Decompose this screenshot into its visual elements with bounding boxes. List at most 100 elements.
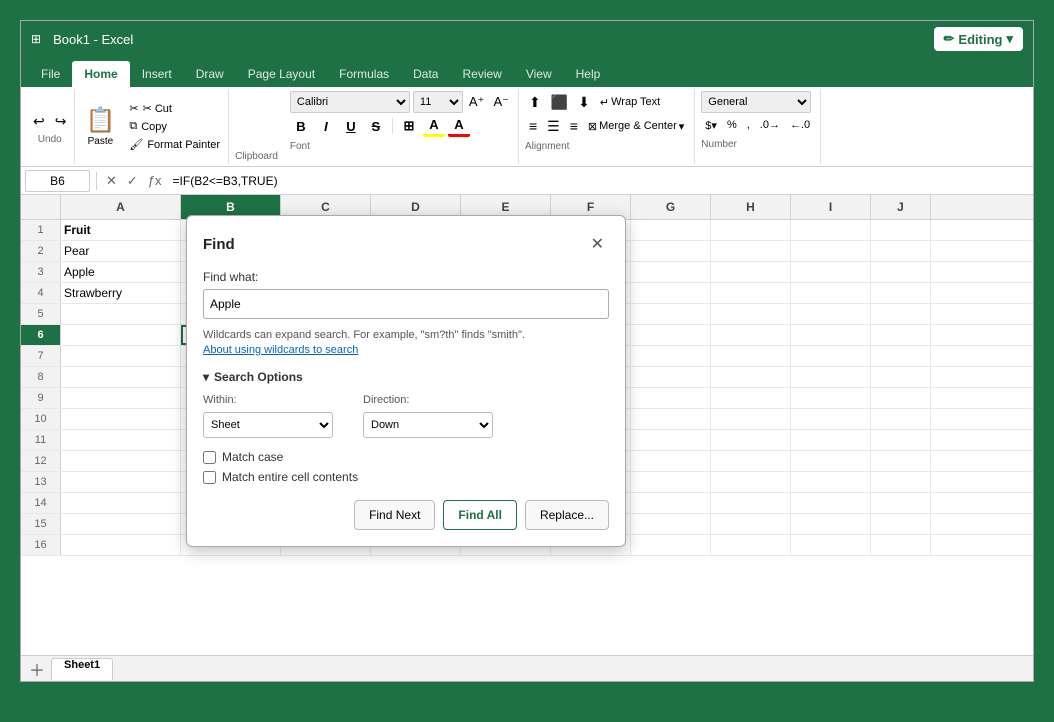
list-item[interactable] (871, 241, 931, 261)
tab-help[interactable]: Help (564, 61, 613, 87)
col-header-g[interactable]: G (631, 195, 711, 219)
list-item[interactable] (791, 304, 871, 324)
list-item[interactable] (61, 346, 181, 366)
insert-function-button[interactable]: ƒx (145, 172, 165, 189)
list-item[interactable] (871, 325, 931, 345)
number-format-select[interactable]: General Number Currency Percentage (701, 91, 811, 113)
row-number-2[interactable]: 2 (21, 241, 61, 261)
list-item[interactable] (711, 325, 791, 345)
list-item[interactable] (871, 430, 931, 450)
list-item[interactable] (791, 451, 871, 471)
list-item[interactable] (791, 346, 871, 366)
match-case-row[interactable]: Match case (203, 450, 609, 464)
find-all-button[interactable]: Find All (443, 500, 517, 530)
underline-button[interactable]: U (340, 115, 362, 137)
list-item[interactable] (871, 493, 931, 513)
list-item[interactable] (871, 367, 931, 387)
font-color-button[interactable]: A (448, 115, 470, 137)
list-item[interactable] (61, 388, 181, 408)
list-item[interactable] (61, 472, 181, 492)
list-item[interactable] (871, 535, 931, 555)
list-item[interactable]: Fruit (61, 220, 181, 240)
list-item[interactable] (871, 451, 931, 471)
find-hint-link[interactable]: About using wildcards to search (203, 344, 609, 356)
row-number-10[interactable]: 10 (21, 409, 61, 429)
replace-button[interactable]: Replace... (525, 500, 609, 530)
cut-button[interactable]: ✂ ✂ Cut (125, 100, 224, 117)
row-number-16[interactable]: 16 (21, 535, 61, 555)
merge-center-button[interactable]: ⊠ Merge & Center ▾ (584, 118, 688, 135)
row-number-1[interactable]: 1 (21, 220, 61, 240)
list-item[interactable] (631, 388, 711, 408)
list-item[interactable]: Apple (61, 262, 181, 282)
align-right-button[interactable]: ≡ (566, 115, 582, 137)
list-item[interactable] (871, 304, 931, 324)
list-item[interactable] (711, 241, 791, 261)
row-number-15[interactable]: 15 (21, 514, 61, 534)
list-item[interactable] (791, 325, 871, 345)
decrease-decimal-button[interactable]: ←.0 (786, 115, 814, 135)
list-item[interactable] (631, 514, 711, 534)
list-item[interactable] (711, 283, 791, 303)
find-next-button[interactable]: Find Next (354, 500, 435, 530)
list-item[interactable] (711, 409, 791, 429)
match-case-checkbox[interactable] (203, 451, 216, 464)
list-item[interactable] (791, 262, 871, 282)
list-item[interactable] (791, 514, 871, 534)
list-item[interactable] (791, 409, 871, 429)
align-top-button[interactable]: ⬆ (525, 91, 545, 113)
list-item[interactable] (871, 472, 931, 492)
col-header-j[interactable]: J (871, 195, 931, 219)
tab-data[interactable]: Data (401, 61, 450, 87)
list-item[interactable] (711, 514, 791, 534)
list-item[interactable] (631, 472, 711, 492)
list-item[interactable] (631, 493, 711, 513)
add-sheet-button[interactable]: ＋ (25, 657, 49, 681)
sheet-tab-sheet1[interactable]: Sheet1 (51, 658, 113, 680)
comma-button[interactable]: , (743, 115, 754, 135)
row-number-6[interactable]: 6 (21, 325, 61, 345)
formula-input[interactable] (169, 170, 1029, 192)
list-item[interactable] (631, 451, 711, 471)
list-item[interactable]: Strawberry (61, 283, 181, 303)
list-item[interactable] (61, 367, 181, 387)
list-item[interactable] (631, 367, 711, 387)
tab-file[interactable]: File (29, 61, 72, 87)
font-size-select[interactable]: 8 9 10 11 12 14 (413, 91, 463, 113)
row-number-7[interactable]: 7 (21, 346, 61, 366)
list-item[interactable] (61, 325, 181, 345)
list-item[interactable] (711, 367, 791, 387)
format-painter-button[interactable]: 🖌 Format Painter (125, 136, 224, 153)
list-item[interactable] (61, 514, 181, 534)
tab-review[interactable]: Review (450, 61, 513, 87)
list-item[interactable] (61, 451, 181, 471)
tab-page-layout[interactable]: Page Layout (236, 61, 327, 87)
col-header-h[interactable]: H (711, 195, 791, 219)
list-item[interactable] (711, 451, 791, 471)
row-number-12[interactable]: 12 (21, 451, 61, 471)
list-item[interactable] (711, 472, 791, 492)
fill-color-button[interactable]: A (423, 115, 445, 137)
list-item[interactable] (631, 325, 711, 345)
italic-button[interactable]: I (315, 115, 337, 137)
increase-decimal-button[interactable]: .0→ (756, 115, 784, 135)
list-item[interactable] (871, 388, 931, 408)
list-item[interactable] (791, 388, 871, 408)
decrease-font-size-button[interactable]: A⁻ (490, 93, 512, 111)
list-item[interactable] (871, 283, 931, 303)
confirm-formula-button[interactable]: ✓ (124, 172, 141, 190)
align-center-button[interactable]: ☰ (543, 115, 564, 137)
list-item[interactable] (791, 430, 871, 450)
list-item[interactable] (711, 346, 791, 366)
list-item[interactable] (711, 493, 791, 513)
list-item[interactable] (791, 535, 871, 555)
tab-formulas[interactable]: Formulas (327, 61, 401, 87)
list-item[interactable] (631, 262, 711, 282)
list-item[interactable] (631, 535, 711, 555)
list-item[interactable] (61, 409, 181, 429)
list-item[interactable] (711, 304, 791, 324)
direction-select[interactable]: Down Up (363, 412, 493, 438)
row-number-4[interactable]: 4 (21, 283, 61, 303)
percent-button[interactable]: % (723, 115, 741, 135)
list-item[interactable] (871, 409, 931, 429)
